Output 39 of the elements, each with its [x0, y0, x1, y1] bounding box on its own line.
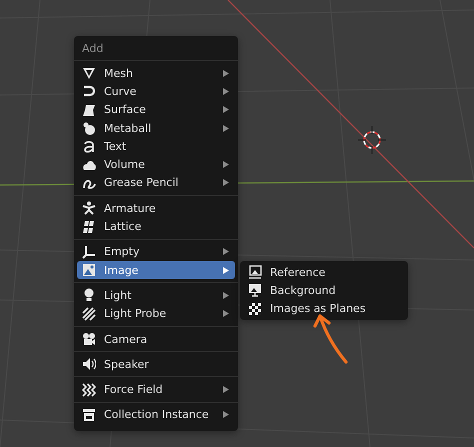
menu-item[interactable]: Speaker [77, 355, 235, 374]
menu-item[interactable]: Image [77, 260, 235, 280]
box-icon [82, 408, 96, 422]
curve-icon [82, 84, 96, 98]
menu-item[interactable]: Camera [77, 330, 235, 348]
menu-item[interactable]: Metaball [77, 118, 235, 138]
menu-item[interactable]: Armature [77, 199, 235, 218]
menu-item[interactable]: Light Probe [77, 304, 235, 323]
menu-item[interactable]: Mesh [77, 64, 235, 82]
wave-icon [82, 382, 96, 397]
menu-item[interactable]: Empty [77, 242, 235, 261]
blob-icon [82, 121, 96, 136]
camera-icon [82, 332, 96, 346]
menu-item[interactable]: Light [77, 286, 235, 305]
image-icon [82, 263, 96, 278]
surface-icon [82, 102, 96, 117]
menu-item[interactable]: Curve [77, 82, 235, 101]
menu-item[interactable]: Volume [77, 155, 235, 174]
menu-item[interactable]: Images as Planes [243, 300, 405, 318]
lattice-icon [82, 220, 96, 234]
monitor-icon [248, 283, 262, 298]
menu-item[interactable]: Force Field [77, 380, 235, 399]
speaker-icon [82, 357, 96, 372]
menu-item[interactable]: Reference [243, 263, 405, 282]
menu-item[interactable]: Background [243, 281, 405, 300]
menu-item[interactable]: Grease Pencil [77, 174, 235, 192]
axes-icon [82, 244, 96, 259]
menu-item[interactable]: Collection Instance [77, 406, 235, 424]
hatch-icon [82, 306, 96, 321]
menu-title: Add [81, 41, 104, 57]
image-icon [248, 265, 262, 280]
menu-item[interactable]: Surface [77, 100, 235, 119]
figure-icon [82, 201, 96, 216]
triangle-icon [82, 66, 96, 80]
letter-a-icon [82, 139, 96, 154]
menu-item[interactable]: Text [77, 137, 235, 156]
bulb-icon [82, 288, 96, 302]
menu-item[interactable]: Lattice [77, 217, 235, 236]
checker-icon [248, 302, 262, 316]
